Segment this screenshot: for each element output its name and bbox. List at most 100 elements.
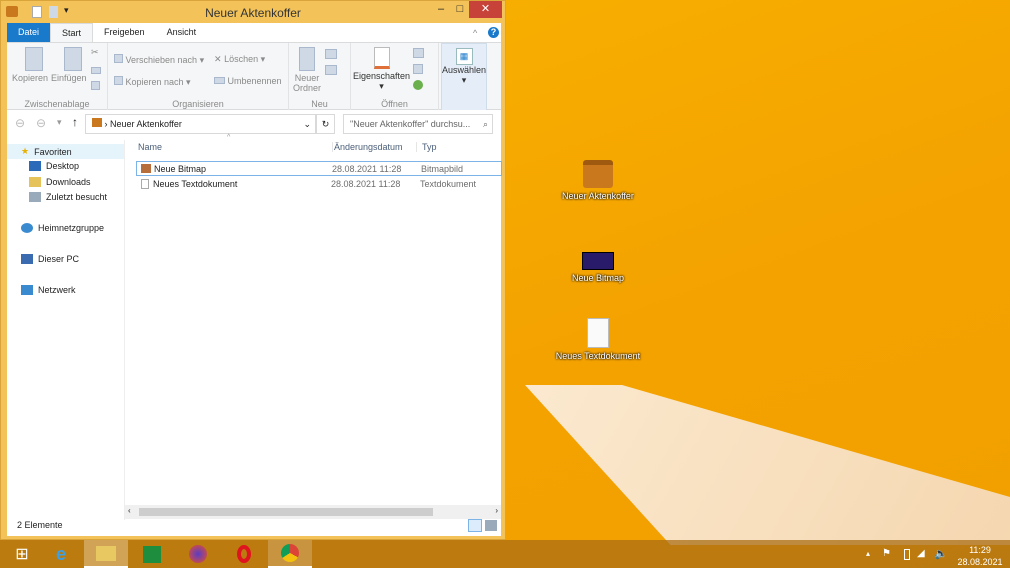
clock-time: 11:29 bbox=[969, 545, 991, 555]
ribbon: Kopieren Einfügen ✂ Zwischenablage Versc… bbox=[7, 42, 501, 111]
network-signal-icon[interactable]: ◢ bbox=[917, 548, 925, 559]
star-icon: ★ bbox=[21, 146, 30, 156]
column-header-type[interactable]: Typ bbox=[416, 142, 437, 152]
desktop-icon bbox=[29, 161, 41, 171]
nav-label: Downloads bbox=[46, 177, 91, 187]
delete-button[interactable]: ✕ Löschen ▾ bbox=[214, 54, 265, 65]
column-header-date[interactable]: Änderungsdatum bbox=[332, 142, 403, 152]
firefox-icon bbox=[189, 545, 207, 563]
taskbar-opera[interactable] bbox=[222, 540, 266, 568]
briefcase-icon bbox=[92, 118, 102, 127]
group-neu: Neuer Ordner Neu bbox=[289, 43, 351, 111]
desktop-icon-briefcase[interactable]: Neuer Aktenkoffer bbox=[553, 160, 643, 201]
recent-places-icon bbox=[29, 192, 41, 202]
file-name: Neue Bitmap bbox=[154, 164, 207, 174]
file-explorer-icon bbox=[96, 545, 116, 561]
nav-zuletzt[interactable]: Zuletzt besucht bbox=[29, 192, 107, 202]
action-center-flag-icon[interactable]: ⚑ bbox=[882, 548, 891, 559]
move-to-button[interactable]: Verschieben nach ▾ bbox=[114, 54, 204, 66]
start-button[interactable]: ⊞ bbox=[0, 540, 44, 568]
nav-netzwerk[interactable]: Netzwerk bbox=[21, 285, 76, 295]
nav-desktop[interactable]: Desktop bbox=[29, 161, 79, 171]
details-view-icon[interactable] bbox=[468, 519, 482, 532]
edit-icon[interactable] bbox=[413, 64, 423, 76]
delete-label: Löschen ▾ bbox=[224, 54, 266, 64]
taskbar: ⊞ e ▴ ⚑ ◢ 🔈 11:29 28.08.2021 bbox=[0, 540, 1010, 568]
explorer-body: ⊖ ⊖ ▾ ↑ › Neuer Aktenkoffer ⌄ ↻ "Neuer A… bbox=[7, 110, 502, 536]
clock-date: 28.08.2021 bbox=[957, 557, 1003, 567]
tab-datei[interactable]: Datei bbox=[7, 23, 51, 42]
volume-icon[interactable]: 🔈 bbox=[934, 547, 948, 560]
new-item-icon[interactable] bbox=[325, 49, 337, 61]
easy-access-icon[interactable] bbox=[325, 65, 337, 77]
nav-heimnetz[interactable]: Heimnetzgruppe bbox=[21, 223, 104, 233]
group-organisieren: Verschieben nach ▾ Kopieren nach ▾ ✕ Lös… bbox=[108, 43, 289, 111]
horizontal-scrollbar[interactable]: ‹ › bbox=[125, 505, 501, 519]
collapse-ribbon-icon[interactable]: ^ bbox=[473, 28, 477, 38]
desktop-icon-bitmap[interactable]: Neue Bitmap bbox=[553, 252, 643, 283]
desktop-icon-textdoc[interactable]: Neues Textdokument bbox=[553, 318, 643, 361]
history-icon[interactable] bbox=[413, 80, 423, 92]
close-button[interactable]: ✕ bbox=[469, 1, 502, 18]
copy-button[interactable]: Kopieren bbox=[12, 47, 48, 83]
new-folder-button[interactable]: Neuer Ordner bbox=[293, 47, 321, 93]
recent-dropdown-icon[interactable]: ▾ bbox=[57, 117, 62, 128]
maximize-button[interactable]: □ bbox=[453, 1, 467, 18]
select-icon: ▦ bbox=[455, 48, 473, 65]
refresh-button[interactable]: ↻ bbox=[316, 114, 335, 134]
taskbar-store[interactable] bbox=[130, 540, 174, 568]
tab-start[interactable]: Start bbox=[50, 23, 94, 42]
copy-path-icon[interactable] bbox=[91, 66, 101, 76]
text-document-icon bbox=[587, 318, 609, 348]
copy-to-button[interactable]: Kopieren nach ▾ bbox=[114, 76, 191, 88]
help-icon[interactable]: ? bbox=[488, 27, 499, 38]
address-dropdown-icon[interactable]: ⌄ bbox=[303, 115, 311, 133]
address-bar[interactable]: › Neuer Aktenkoffer ⌄ bbox=[85, 114, 316, 134]
tab-ansicht[interactable]: Ansicht bbox=[156, 23, 208, 42]
nav-pc[interactable]: Dieser PC bbox=[21, 254, 79, 264]
properties-icon bbox=[373, 47, 390, 69]
tab-freigeben[interactable]: Freigeben bbox=[93, 23, 156, 42]
search-icon[interactable]: ⌕ bbox=[483, 115, 488, 133]
file-row[interactable]: Neues Textdokument 28.08.2021 11:28 Text… bbox=[136, 177, 502, 192]
nav-favoriten[interactable]: ★ Favoriten bbox=[7, 144, 124, 159]
file-type: Textdokument bbox=[420, 179, 477, 189]
show-hidden-icons[interactable]: ▴ bbox=[866, 549, 870, 558]
nav-label: Dieser PC bbox=[38, 254, 80, 264]
nav-label: Netzwerk bbox=[38, 285, 76, 295]
properties-button[interactable]: Eigenschaften ▾ bbox=[353, 47, 410, 92]
taskbar-explorer[interactable] bbox=[84, 540, 128, 568]
search-input[interactable]: "Neuer Aktenkoffer" durchsu... ⌕ bbox=[343, 114, 493, 134]
scrollbar-thumb[interactable] bbox=[139, 508, 433, 516]
minimize-button[interactable]: – bbox=[429, 1, 453, 18]
copy-icon bbox=[25, 47, 44, 71]
taskbar-ie[interactable]: e bbox=[39, 540, 83, 568]
clock[interactable]: 11:29 28.08.2021 bbox=[955, 544, 1005, 568]
taskbar-chrome[interactable] bbox=[268, 540, 312, 568]
explorer-window: ▾ Neuer Aktenkoffer – □ ✕ Datei Start Fr… bbox=[0, 0, 506, 540]
nav-label: Favoriten bbox=[34, 146, 72, 157]
group-label: Öffnen bbox=[381, 99, 408, 109]
large-icons-view-icon[interactable] bbox=[485, 520, 497, 531]
homegroup-icon bbox=[21, 223, 33, 233]
text-document-icon bbox=[141, 179, 149, 189]
properties-label: Eigenschaften bbox=[353, 71, 411, 81]
rename-button[interactable]: Umbenennen bbox=[214, 76, 282, 86]
battery-icon[interactable] bbox=[904, 549, 910, 560]
paste-button[interactable]: Einfügen bbox=[51, 47, 87, 83]
clipboard-icon bbox=[63, 47, 82, 71]
rename-icon bbox=[214, 77, 225, 84]
open-icon[interactable] bbox=[413, 48, 424, 60]
cut-icon[interactable]: ✂ bbox=[91, 47, 99, 58]
taskbar-firefox[interactable] bbox=[176, 540, 220, 568]
select-button[interactable]: ▦ Auswählen ▾ bbox=[441, 43, 487, 111]
back-icon[interactable]: ⊖ bbox=[15, 116, 25, 130]
copy-to-label: Kopieren nach ▾ bbox=[125, 77, 191, 87]
file-row[interactable]: Neue Bitmap 28.08.2021 11:28 Bitmapbild bbox=[136, 161, 502, 176]
group-label: Organisieren bbox=[172, 99, 224, 109]
paste-shortcut-icon[interactable] bbox=[91, 81, 100, 92]
forward-icon[interactable]: ⊖ bbox=[36, 116, 46, 130]
up-icon[interactable]: ↑ bbox=[72, 115, 78, 129]
column-header-name[interactable]: Name bbox=[138, 142, 162, 152]
nav-downloads[interactable]: Downloads bbox=[29, 177, 91, 187]
